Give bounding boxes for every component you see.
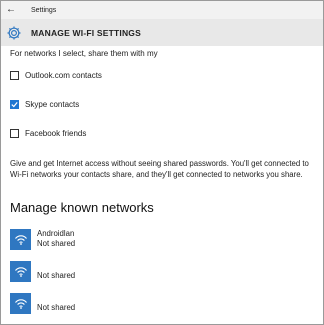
wifi-icon [10, 228, 31, 250]
network-text: Not shared [37, 293, 75, 313]
window-title: Settings [31, 6, 57, 14]
checkmark-icon [11, 101, 18, 107]
settings-content: For networks I select, share them with m… [1, 49, 323, 314]
network-status: Not shared [37, 239, 76, 248]
outlook-contacts-label: Outlook.com contacts [25, 70, 102, 80]
known-network-item[interactable]: Not shared [10, 292, 323, 314]
wifi-icon [10, 292, 31, 314]
network-status: Not shared [37, 303, 76, 312]
network-text: Not shared [37, 261, 75, 281]
skype-contacts-label: Skype contacts [25, 99, 80, 109]
title-bar: ← Settings [1, 1, 323, 19]
network-name: Androidlan [37, 229, 75, 238]
known-network-item[interactable]: Not shared [10, 260, 323, 282]
facebook-friends-label: Facebook friends [25, 128, 87, 138]
gear-icon [5, 24, 23, 42]
skype-contacts-option[interactable]: Skype contacts [10, 98, 323, 110]
sharing-description: Give and get Internet access without see… [10, 159, 309, 179]
share-intro: For networks I select, share them with m… [10, 49, 158, 58]
outlook-contacts-checkbox[interactable] [10, 70, 19, 80]
settings-window: ← Settings MANAGE WI-FI SETTINGS For net… [0, 0, 324, 325]
page-title: MANAGE WI-FI SETTINGS [31, 27, 141, 38]
network-status: Not shared [37, 271, 76, 280]
known-network-item[interactable]: Androidlan Not shared [10, 228, 323, 250]
outlook-contacts-option[interactable]: Outlook.com contacts [10, 69, 323, 81]
page-header: MANAGE WI-FI SETTINGS [1, 19, 323, 46]
back-arrow-icon[interactable]: ← [1, 1, 21, 19]
facebook-friends-checkbox[interactable] [10, 128, 19, 138]
facebook-friends-option[interactable]: Facebook friends [10, 127, 323, 139]
known-networks-title: Manage known networks [10, 200, 154, 215]
wifi-icon [10, 260, 31, 282]
network-text: Androidlan Not shared [37, 229, 75, 249]
skype-contacts-checkbox[interactable] [10, 99, 19, 109]
